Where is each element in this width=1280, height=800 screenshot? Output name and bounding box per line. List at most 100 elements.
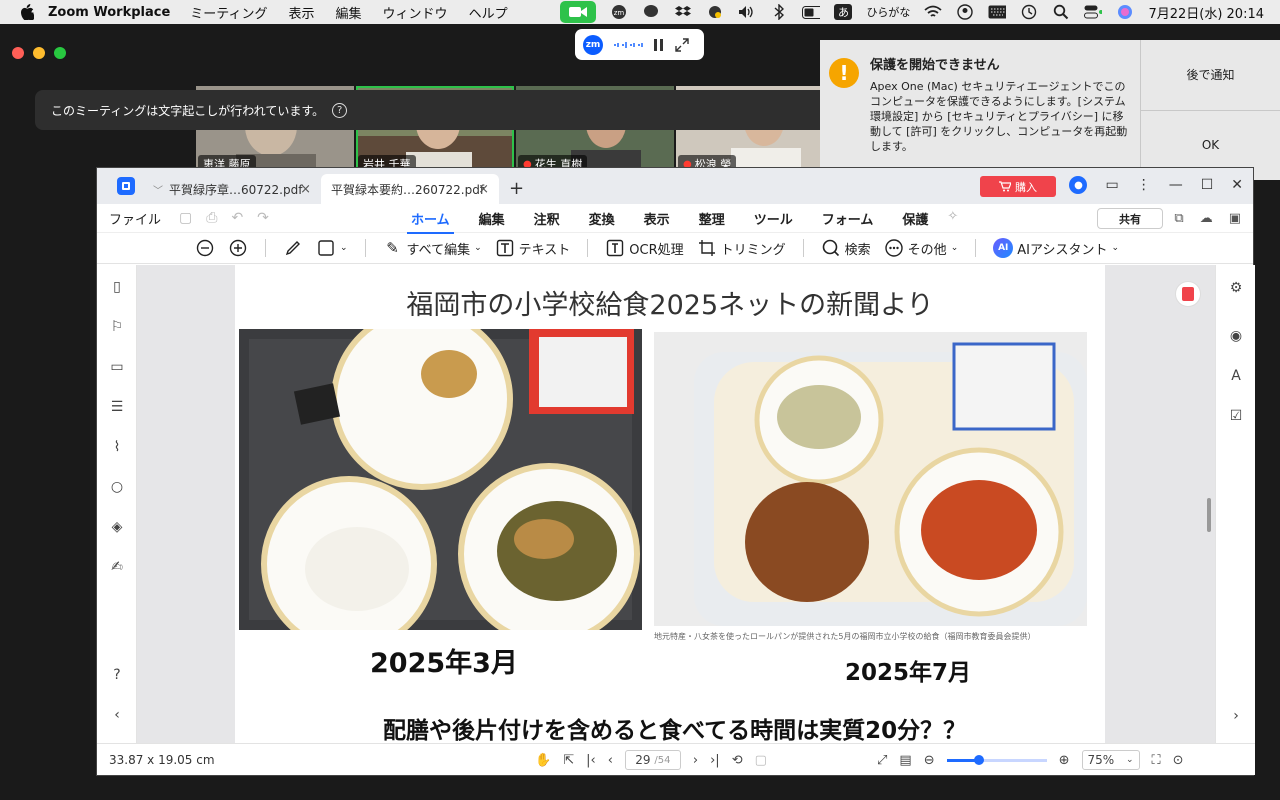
- highlighter-icon[interactable]: [283, 238, 303, 258]
- tab-form[interactable]: フォーム: [812, 209, 884, 228]
- redo-icon[interactable]: ↷: [257, 210, 269, 226]
- close-tab-icon[interactable]: ×: [478, 182, 489, 197]
- bluetooth-icon[interactable]: [770, 4, 788, 20]
- zoom-out-icon[interactable]: [195, 238, 215, 258]
- close-window-button[interactable]: [12, 47, 24, 59]
- menu-view[interactable]: 表示: [289, 3, 315, 22]
- info-icon[interactable]: ?: [332, 102, 348, 118]
- more-tools-button[interactable]: その他 ⌄: [884, 238, 958, 258]
- first-page-icon[interactable]: |‹: [586, 753, 596, 768]
- feedback-icon[interactable]: ▭: [1105, 177, 1118, 193]
- battery-icon[interactable]: [802, 4, 821, 20]
- file-menu[interactable]: ファイル: [109, 209, 161, 228]
- page-number-field[interactable]: 29 /54: [624, 750, 681, 770]
- tab-convert[interactable]: 変換: [579, 209, 625, 228]
- undo-icon[interactable]: ↶: [231, 210, 243, 226]
- download-icon[interactable]: ⊙: [1173, 753, 1184, 768]
- collapse-ribbon-icon[interactable]: ▣: [1229, 211, 1241, 226]
- print-icon[interactable]: ⎙: [206, 210, 217, 226]
- workflow-icon[interactable]: ⧉: [1174, 211, 1183, 226]
- properties-sliders-icon[interactable]: ⚙: [1227, 279, 1245, 297]
- tab-organize[interactable]: 整理: [689, 209, 735, 228]
- close-icon[interactable]: ✕: [1231, 177, 1243, 193]
- clock[interactable]: 7月22日(水) 20:14: [1148, 3, 1264, 22]
- document-tab-active[interactable]: 平賀緑本要約…260722.pdf ×: [321, 174, 499, 204]
- next-page-icon[interactable]: ›: [693, 753, 698, 768]
- save-icon[interactable]: ▢: [179, 210, 192, 226]
- new-tab-icon[interactable]: +: [509, 178, 524, 199]
- menu-window[interactable]: ウィンドウ: [383, 3, 448, 22]
- tab-view[interactable]: 表示: [634, 209, 680, 228]
- shape-tool[interactable]: ⌄: [316, 238, 348, 258]
- close-tab-icon[interactable]: ×: [300, 182, 311, 197]
- tab-protect[interactable]: 保護: [892, 209, 938, 228]
- minimize-icon[interactable]: —: [1169, 177, 1183, 193]
- rotate-icon[interactable]: ⟲: [732, 753, 743, 768]
- layers-icon[interactable]: ◈: [109, 519, 125, 535]
- more-menu-icon[interactable]: ⋮: [1137, 177, 1151, 193]
- zoom-logo[interactable]: zm: [583, 34, 603, 55]
- zoom-video-tray-icon[interactable]: [560, 1, 597, 23]
- expand-right-icon[interactable]: ›: [1227, 707, 1245, 725]
- zoom-out-small-icon[interactable]: ⊖: [924, 753, 935, 768]
- checklist-icon[interactable]: ☑: [1227, 407, 1245, 425]
- menu-help[interactable]: ヘルプ: [469, 3, 508, 22]
- page-ai-icon[interactable]: [1175, 281, 1201, 307]
- user-icon[interactable]: [956, 4, 974, 20]
- collapse-left-icon[interactable]: ‹: [109, 707, 125, 723]
- maximize-icon[interactable]: ☐: [1201, 177, 1214, 193]
- search-panel-icon[interactable]: ○: [109, 479, 125, 495]
- control-center-icon[interactable]: [1084, 4, 1103, 20]
- cloud-upload-icon[interactable]: ☁: [1200, 211, 1213, 226]
- ai-robot-icon[interactable]: ◉: [1227, 327, 1245, 345]
- wifi-icon[interactable]: [924, 4, 943, 20]
- last-page-icon[interactable]: ›|: [710, 753, 720, 768]
- menu-edit[interactable]: 編集: [336, 3, 362, 22]
- ocr-button[interactable]: OCR処理: [605, 238, 684, 258]
- zoom-tray-icon[interactable]: zm: [610, 4, 628, 20]
- thumbnail-icon[interactable]: ▯: [109, 279, 125, 295]
- comment-icon[interactable]: ▭: [109, 359, 125, 375]
- tab-comment[interactable]: 注釈: [524, 209, 570, 228]
- fit-width-icon[interactable]: ⤢: [877, 753, 887, 768]
- dropbox-icon[interactable]: [674, 4, 692, 20]
- ime-indicator[interactable]: あ: [834, 4, 853, 20]
- app-menu-title[interactable]: Zoom Workplace: [48, 5, 170, 20]
- select-tool-icon[interactable]: ⇱: [563, 753, 574, 768]
- keyboard-icon[interactable]: [988, 4, 1007, 20]
- zoom-slider[interactable]: [946, 754, 1047, 765]
- minimize-window-button[interactable]: [33, 47, 45, 59]
- signature-icon[interactable]: ✍: [109, 559, 125, 575]
- line-icon[interactable]: [642, 4, 660, 20]
- siri-icon[interactable]: [1116, 4, 1134, 20]
- crop-button[interactable]: トリミング: [697, 238, 786, 258]
- expand-icon[interactable]: [675, 37, 689, 52]
- layers-list-icon[interactable]: ☰: [109, 399, 125, 415]
- tab-tools[interactable]: ツール: [744, 209, 803, 228]
- sync-icon[interactable]: [706, 4, 724, 20]
- tab-home[interactable]: ホーム: [401, 209, 460, 234]
- translate-icon[interactable]: A: [1227, 367, 1245, 385]
- account-icon[interactable]: ●: [1069, 176, 1088, 194]
- help-icon[interactable]: ?: [109, 667, 125, 683]
- app-logo-icon[interactable]: [117, 177, 135, 195]
- search-button[interactable]: 検索: [821, 238, 871, 258]
- lightbulb-icon[interactable]: ✧: [947, 209, 958, 228]
- zoom-window-button[interactable]: [54, 47, 66, 59]
- attachment-icon[interactable]: ⌇: [109, 439, 125, 455]
- previous-page-icon[interactable]: ‹: [608, 753, 613, 768]
- pause-icon[interactable]: [653, 38, 665, 52]
- fit-page-icon[interactable]: ▢: [755, 753, 767, 768]
- chevron-down-icon[interactable]: ﹀: [153, 182, 163, 197]
- ime-mode-label[interactable]: ひらがな: [866, 4, 910, 20]
- ai-assistant-button[interactable]: AI AIアシスタント ⌄: [993, 238, 1119, 258]
- zoom-slider-knob[interactable]: [973, 754, 984, 765]
- time-machine-icon[interactable]: [1020, 4, 1038, 20]
- apple-icon[interactable]: [20, 4, 34, 20]
- edit-all-button[interactable]: ✎ すべて編集 ⌄: [383, 238, 481, 258]
- share-button[interactable]: 共有: [1097, 208, 1163, 229]
- remind-later-button[interactable]: 後で通知: [1141, 40, 1280, 111]
- tab-edit[interactable]: 編集: [469, 209, 515, 228]
- zoom-select[interactable]: 75% ⌄: [1081, 750, 1140, 770]
- page-layout-icon[interactable]: ▤: [899, 753, 911, 768]
